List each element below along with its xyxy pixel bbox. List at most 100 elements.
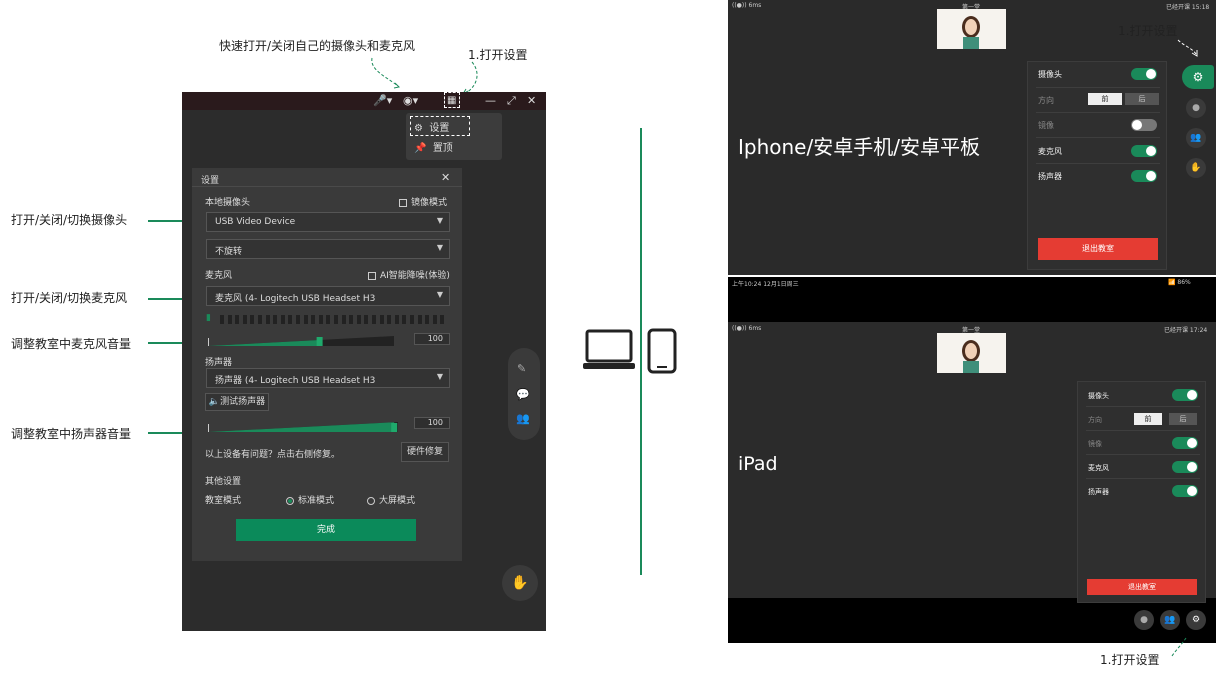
ipad-speaker-toggle[interactable] — [1172, 485, 1198, 497]
desktop-client-window: 🎤▾ ◉▾ ▦ — ⤢ ✕ ⚙ 设置 📌 置顶 设置 ✕ 本地摄像头 镜像模式 … — [182, 92, 546, 631]
close-icon[interactable]: ✕ — [527, 94, 536, 108]
minimize-icon[interactable]: — — [485, 94, 496, 108]
phone-hint-arrow — [1177, 39, 1198, 57]
meter-segment — [402, 315, 407, 324]
meter-segment — [288, 315, 293, 324]
meter-segment — [311, 315, 316, 324]
speaker-label: 扬声器 — [205, 358, 233, 368]
speaker-icon: 🔈 — [208, 397, 221, 407]
meter-segment — [235, 315, 240, 324]
phone-settings-button[interactable]: ⚙ — [1182, 65, 1214, 89]
camera-toggle-icon[interactable]: ◉▾ — [403, 94, 418, 108]
speaker-volume-hint: 调整教室中扬声器音量 — [11, 427, 132, 441]
ipad-chat-icon[interactable]: ● — [1134, 610, 1154, 630]
meter-segment — [220, 315, 224, 324]
restore-icon[interactable]: ⤢ — [507, 94, 516, 108]
ipad-front-button[interactable]: 前 — [1134, 413, 1162, 425]
other-settings-label: 其他设置 — [205, 477, 242, 487]
rotation-select[interactable]: 不旋转 ▼ — [206, 239, 450, 259]
meter-segment — [258, 315, 262, 324]
classroom-mode-label: 教室模式 — [205, 496, 242, 506]
meter-segment — [432, 315, 437, 324]
mic-volume-slider[interactable] — [208, 332, 394, 346]
pin-icon: 📌 — [414, 143, 427, 154]
ipad-heading: iPad — [738, 453, 778, 475]
mirror-checkbox[interactable]: 镜像模式 — [399, 195, 447, 208]
edit-icon[interactable]: ✎ — [517, 362, 526, 375]
speaker-volume-slider[interactable] — [208, 418, 398, 432]
slider-thumb — [391, 423, 398, 432]
settings-highlight — [410, 116, 470, 136]
menu-pin-label: 置顶 — [432, 143, 453, 154]
meter-segment — [440, 315, 445, 324]
ipad-battery: 📶 86% — [1168, 279, 1191, 286]
meter-segment — [425, 315, 430, 324]
local-camera-label: 本地摄像头 — [205, 198, 251, 208]
slider-thumb — [316, 337, 323, 346]
camera-select[interactable]: USB Video Device ▼ — [206, 212, 450, 232]
phone-direction-label: 方向 — [1038, 96, 1054, 105]
caret-down-icon: ▼ — [436, 216, 443, 225]
phone-chat-icon[interactable]: ● — [1186, 98, 1206, 118]
meter-segment — [341, 315, 346, 324]
speaker-volume-value[interactable]: 100 — [414, 417, 450, 429]
hint-arrows — [371, 57, 478, 95]
ipad-back-button[interactable]: 后 — [1169, 413, 1197, 425]
laptop-icon — [583, 329, 635, 369]
settings-dialog: 设置 ✕ 本地摄像头 镜像模式 USB Video Device ▼ 不旋转 ▼ 麦… — [192, 168, 462, 561]
test-speaker-button[interactable]: 🔈测试扬声器 — [205, 393, 269, 411]
standard-mode-radio[interactable]: 标准模式 — [286, 493, 334, 506]
phone-camera-toggle[interactable] — [1131, 68, 1157, 80]
mic-select[interactable]: 麦克风 (4- Logitech USB Headset H3 ▼ — [206, 286, 450, 306]
mic-volume-value[interactable]: 100 — [414, 333, 450, 345]
phone-class-time: 已经开课 15:18 — [1166, 4, 1210, 11]
phone-settings-panel: 摄像头 方向 前 后 镜像 麦克风 扬声器 退出教室 — [1027, 61, 1167, 270]
speaker-select[interactable]: 扬声器 (4- Logitech USB Headset H3 ▼ — [206, 368, 450, 388]
ipad-mirror-toggle[interactable] — [1172, 437, 1198, 449]
ipad-exit-button[interactable]: 退出教室 — [1087, 579, 1197, 595]
phone-speaker-toggle[interactable] — [1131, 170, 1157, 182]
teacher-avatar — [937, 9, 1006, 49]
hardware-fix-button[interactable]: 硬件修复 — [401, 442, 449, 462]
done-button[interactable]: 完成 — [236, 519, 416, 541]
raise-hand-button[interactable]: ✋ — [502, 565, 538, 601]
caret-down-icon: ▼ — [436, 372, 443, 381]
mic-toggle-icon[interactable]: 🎤▾ — [373, 94, 392, 108]
dialog-divider — [192, 186, 462, 187]
menu-item-pin[interactable]: 📌 置顶 — [414, 139, 453, 154]
ipad-users-icon[interactable]: 👥 — [1160, 610, 1180, 630]
phone-exit-button[interactable]: 退出教室 — [1038, 238, 1158, 260]
meter-segment — [296, 315, 300, 324]
meter-segment — [250, 315, 255, 324]
sep — [1086, 430, 1200, 431]
ai-noise-checkbox[interactable]: AI智能降噪(体验) — [368, 268, 450, 281]
mic-volume-hint: 调整教室中麦克风音量 — [11, 337, 132, 351]
large-mode-radio[interactable]: 大屏模式 — [367, 493, 415, 506]
chat-icon[interactable]: 💬 — [516, 388, 530, 401]
phone-mic-toggle[interactable] — [1131, 145, 1157, 157]
phone-back-button[interactable]: 后 — [1125, 93, 1159, 105]
users-icon[interactable]: 👥 — [516, 412, 530, 425]
sep — [1086, 454, 1200, 455]
ipad-mic-toggle[interactable] — [1172, 461, 1198, 473]
phone-users-icon[interactable]: 👥 — [1186, 128, 1206, 148]
ipad-mirror-label: 镜像 — [1088, 440, 1102, 448]
phone-ping: ((●)) 6ms — [732, 2, 762, 9]
ipad-open-settings-hint: 1.打开设置 — [1100, 653, 1160, 667]
meter-segment — [242, 315, 247, 324]
mirror-label: 镜像模式 — [411, 198, 448, 208]
phone-icon — [647, 328, 677, 374]
ipad-mic-label: 麦克风 — [1088, 464, 1109, 472]
meter-segment — [387, 315, 392, 324]
ipad-system-time: 上午10:24 12月1日周三 — [732, 281, 799, 288]
ipad-settings-icon[interactable]: ⚙ — [1186, 610, 1206, 630]
dialog-close-icon[interactable]: ✕ — [441, 171, 450, 184]
sep — [1036, 163, 1160, 164]
meter-segment — [326, 315, 331, 324]
meter-segment — [379, 315, 384, 324]
ipad-ping: ((●)) 6ms — [732, 325, 762, 332]
phone-mirror-toggle[interactable] — [1131, 119, 1157, 131]
phone-hand-icon[interactable]: ✋ — [1186, 158, 1206, 178]
ipad-camera-toggle[interactable] — [1172, 389, 1198, 401]
phone-front-button[interactable]: 前 — [1088, 93, 1122, 105]
